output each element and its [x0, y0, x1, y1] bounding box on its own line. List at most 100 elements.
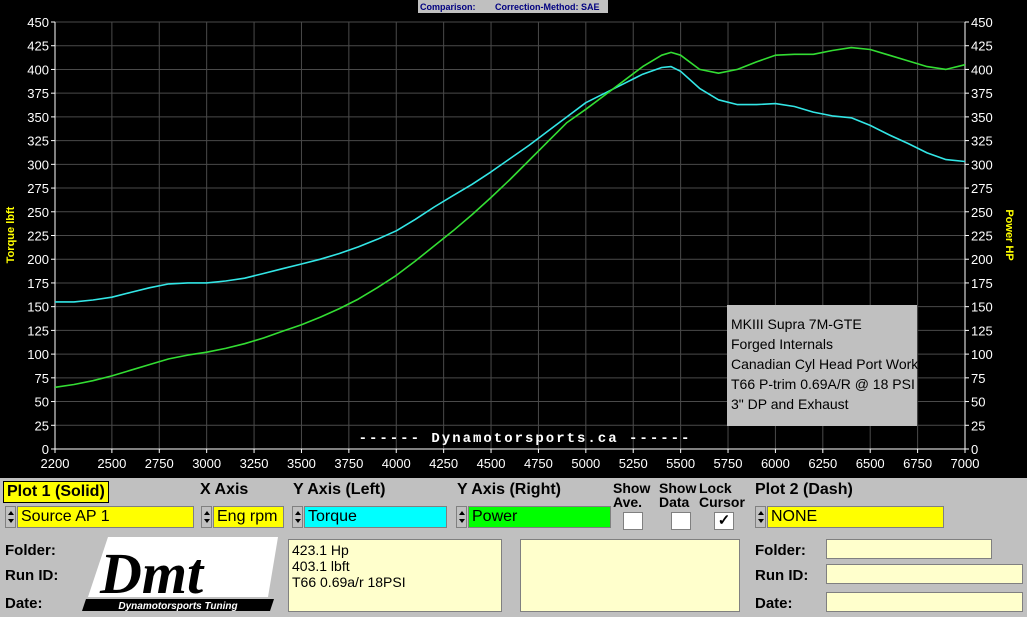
y-left-tick-label: 0: [42, 442, 49, 457]
y-right-tick-label: 225: [971, 229, 993, 244]
x-tick-label: 4500: [477, 456, 506, 471]
correction-method-label: Correction-Method: SAE: [495, 2, 600, 12]
watermark: ------ Dynamotorsports.ca ------: [359, 431, 692, 447]
y-right-tick-label: 375: [971, 86, 993, 101]
annotation-box: MKIII Supra 7M-GTE Forged Internals Canadi…: [727, 305, 919, 426]
plot2-spinner[interactable]: [755, 506, 766, 528]
annotation-line: T66 P-trim 0.69A/R @ 18 PSI: [731, 376, 915, 392]
run-memo[interactable]: 423.1 Hp 403.1 lbft T66 0.69a/r 18PSI: [288, 539, 502, 612]
y-left-tick-label: 375: [27, 86, 49, 101]
y-right-tick-label: 175: [971, 276, 993, 291]
dmt-logo: Dmt Dynamotorsports Tuning: [82, 537, 278, 612]
logo-mark: Dmt: [99, 541, 205, 606]
y-left-tick-label: 300: [27, 157, 49, 172]
show-data-label-line2: Data: [659, 494, 690, 510]
y-right-tick-label: 75: [971, 371, 985, 386]
annotation-line: Forged Internals: [731, 336, 833, 352]
yaxis-left-select[interactable]: Torque: [304, 506, 447, 528]
y-right-tick-label: 450: [971, 15, 993, 30]
y-right-tick-label: 350: [971, 110, 993, 125]
y-right-tick-label: 300: [971, 157, 993, 172]
annotation-line: 3" DP and Exhaust: [731, 396, 849, 412]
x-tick-label: 2200: [41, 456, 70, 471]
x-tick-label: 4750: [524, 456, 553, 471]
y-left-tick-label: 50: [35, 395, 49, 410]
runid-label-left: Run ID:: [5, 567, 59, 584]
y-left-tick-label: 150: [27, 300, 49, 315]
plot2-select[interactable]: NONE: [767, 506, 944, 528]
y-left-tick-label: 225: [27, 229, 49, 244]
show-ave-label-line2: Ave.: [613, 494, 643, 510]
x-tick-label: 4000: [382, 456, 411, 471]
y-right-tick-label: 0: [971, 442, 978, 457]
x-tick-label: 2750: [145, 456, 174, 471]
runid-field-right[interactable]: [826, 564, 1023, 584]
x-tick-label: 5250: [619, 456, 648, 471]
memo-line-setup: T66 0.69a/r 18PSI: [292, 574, 406, 590]
y-right-tick-label: 125: [971, 323, 993, 338]
source-select[interactable]: Source AP 1: [17, 506, 194, 528]
y-left-tick-label: 450: [27, 15, 49, 30]
date-label-left: Date:: [5, 595, 43, 612]
yaxis-left-label: Y Axis (Left): [293, 481, 386, 498]
x-tick-label: 6500: [856, 456, 885, 471]
yaxis-right-label: Y Axis (Right): [457, 481, 562, 498]
x-tick-label: 3000: [192, 456, 221, 471]
show-ave-checkbox[interactable]: [623, 512, 643, 530]
x-tick-label: 6750: [903, 456, 932, 471]
x-tick-label: 3250: [240, 456, 269, 471]
y-left-tick-label: 200: [27, 252, 49, 267]
yaxis-right-select[interactable]: Power: [468, 506, 611, 528]
y-left-tick-label: 25: [35, 418, 49, 433]
control-panel: Plot 1 (Solid) X Axis Y Axis (Left) Y Ax…: [0, 478, 1027, 617]
annotation-line: MKIII Supra 7M-GTE: [731, 316, 862, 332]
logo-caption: Dynamotorsports Tuning: [118, 601, 237, 612]
xaxis-spinner[interactable]: [201, 506, 212, 528]
y-right-tick-label: 325: [971, 134, 993, 149]
source-spinner[interactable]: [5, 506, 16, 528]
y-right-tick-label: 25: [971, 418, 985, 433]
y-left-tick-label: 350: [27, 110, 49, 125]
x-tick-label: 5000: [571, 456, 600, 471]
annotation-line: Canadian Cyl Head Port Work: [731, 356, 919, 372]
x-tick-label: 4250: [429, 456, 458, 471]
yaxis-right-spinner[interactable]: [456, 506, 467, 528]
torque-series-line: [55, 65, 966, 303]
memo-line-torque: 403.1 lbft: [292, 558, 350, 574]
y-left-tick-label: 275: [27, 181, 49, 196]
runid-label-right: Run ID:: [755, 567, 809, 584]
y-right-tick-label: 275: [971, 181, 993, 196]
y-left-tick-label: 100: [27, 347, 49, 362]
y-right-axis-label: Power HP: [1003, 209, 1015, 260]
memo-line-power: 423.1 Hp: [292, 542, 349, 558]
y-right-tick-label: 100: [971, 347, 993, 362]
y-right-tick-label: 150: [971, 300, 993, 315]
y-right-tick-label: 425: [971, 39, 993, 54]
xaxis-select[interactable]: Eng rpm: [213, 506, 284, 528]
lock-cursor-label-line2: Cursor: [699, 494, 745, 510]
lock-cursor-checkbox[interactable]: ✓: [714, 512, 734, 530]
y-left-tick-label: 125: [27, 323, 49, 338]
x-tick-label: 5500: [666, 456, 695, 471]
y-left-tick-label: 425: [27, 39, 49, 54]
plot1-label: Plot 1 (Solid): [3, 481, 109, 503]
run-memo-2[interactable]: [520, 539, 740, 612]
y-right-tick-label: 50: [971, 395, 985, 410]
x-tick-label: 3500: [287, 456, 316, 471]
dyno-chart[interactable]: Comparison: Correction-Method: SAE 0 0 25 2…: [0, 0, 1027, 478]
y-right-tick-label: 200: [971, 252, 993, 267]
y-left-tick-label: 75: [35, 371, 49, 386]
date-label-right: Date:: [755, 595, 793, 612]
date-field-right[interactable]: [826, 592, 1023, 612]
folder-field-right[interactable]: [826, 539, 992, 559]
x-tick-label: 6000: [761, 456, 790, 471]
folder-label-left: Folder:: [5, 542, 56, 559]
folder-label-right: Folder:: [755, 542, 806, 559]
x-tick-label: 5750: [714, 456, 743, 471]
xaxis-label: X Axis: [200, 481, 249, 498]
x-tick-label: 7000: [951, 456, 980, 471]
yaxis-left-spinner[interactable]: [292, 506, 303, 528]
show-data-checkbox[interactable]: [671, 512, 691, 530]
y-right-tick-label: 400: [971, 62, 993, 77]
y-left-axis-label: Torque lbft: [5, 206, 17, 263]
